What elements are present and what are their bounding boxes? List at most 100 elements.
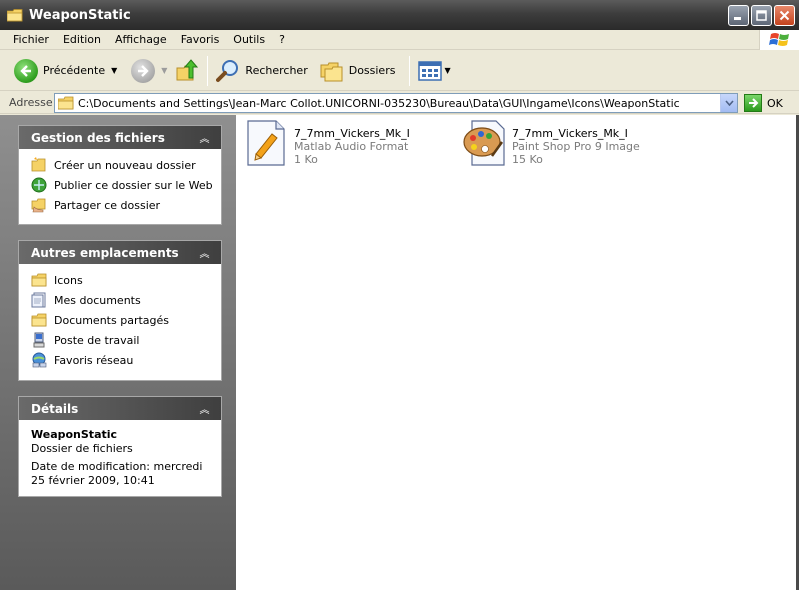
views-button[interactable]: ▼: [414, 55, 454, 87]
collapse-chevron-icon[interactable]: ︽: [196, 400, 213, 417]
folder-icon: [58, 96, 74, 110]
panel-title: Gestion des fichiers: [31, 130, 165, 145]
collapse-chevron-icon[interactable]: ︽: [196, 244, 213, 261]
share-folder-icon: [31, 198, 46, 213]
details-name: WeaponStatic: [31, 428, 118, 441]
place-label: Poste de travail: [54, 333, 140, 347]
details-header[interactable]: Détails ︽: [19, 397, 221, 420]
up-folder-icon: [176, 58, 199, 80]
search-icon: [216, 59, 239, 82]
place-label: Mes documents: [54, 293, 141, 307]
toolbar-separator: [409, 55, 411, 86]
back-label: Précédente: [43, 64, 106, 77]
task-label: Publier ce dossier sur le Web: [54, 178, 213, 192]
minimize-button[interactable]: [728, 5, 749, 26]
file-item[interactable]: 7_7mm_Vickers_Mk_I Matlab Audio Format 1…: [244, 120, 410, 166]
details-panel: Détails ︽ WeaponStatic Dossier de fichie…: [18, 396, 222, 497]
toolbar: Précédente ▼ ▼ Rechercher Dossiers ▼: [0, 51, 799, 91]
address-input[interactable]: C:\Documents and Settings\Jean-Marc Coll…: [54, 93, 738, 113]
place-label: Favoris réseau: [54, 353, 134, 367]
file-list[interactable]: 7_7mm_Vickers_Mk_I Matlab Audio Format 1…: [236, 115, 799, 590]
address-label: Adresse: [9, 96, 53, 109]
psp-image-file-icon: [463, 120, 505, 166]
views-icon: [418, 60, 443, 81]
menu-favoris[interactable]: Favoris: [174, 31, 227, 49]
title-bar[interactable]: WeaponStatic: [0, 0, 799, 30]
file-item[interactable]: 7_7mm_Vickers_Mk_I Paint Shop Pro 9 Imag…: [462, 120, 640, 166]
folders-icon: [320, 62, 343, 81]
close-icon: [779, 10, 790, 21]
file-type: Matlab Audio Format: [294, 140, 409, 153]
menu-outils[interactable]: Outils: [226, 31, 272, 49]
place-label: Documents partagés: [54, 313, 169, 327]
network-places-icon: [32, 352, 47, 368]
place-my-documents[interactable]: Mes documents: [31, 290, 221, 310]
my-computer-icon: [33, 332, 45, 348]
task-pane: Gestion des fichiers ︽ Créer un nouveau …: [0, 115, 236, 590]
task-share-folder[interactable]: Partager ce dossier: [31, 195, 221, 215]
forward-arrow-icon: [131, 58, 156, 83]
close-button[interactable]: [774, 5, 795, 26]
forward-button[interactable]: ▼: [127, 55, 171, 87]
my-documents-icon: [31, 292, 46, 308]
place-my-computer[interactable]: Poste de travail: [31, 330, 221, 350]
place-network[interactable]: Favoris réseau: [31, 350, 221, 370]
collapse-chevron-icon[interactable]: ︽: [196, 129, 213, 146]
views-dropdown-icon[interactable]: ▼: [444, 66, 450, 75]
details-modified: Date de modification: mercredi 25 févrie…: [31, 460, 203, 487]
menu-help[interactable]: ?: [272, 31, 292, 49]
file-size: 1 Ko: [294, 153, 318, 166]
task-label: Partager ce dossier: [54, 198, 161, 212]
menu-edition[interactable]: Edition: [56, 31, 108, 49]
shared-documents-icon: [31, 313, 47, 327]
file-tasks-panel: Gestion des fichiers ︽ Créer un nouveau …: [18, 125, 222, 225]
place-icons[interactable]: Icons: [31, 270, 221, 290]
place-shared-documents[interactable]: Documents partagés: [31, 310, 221, 330]
go-label: OK: [767, 96, 783, 110]
address-bar: Adresse C:\Documents and Settings\Jean-M…: [0, 92, 799, 114]
maximize-button[interactable]: [751, 5, 772, 26]
web-publish-icon: [31, 177, 47, 193]
folders-label: Dossiers: [348, 64, 396, 77]
window-title: WeaponStatic: [29, 7, 131, 23]
up-folder-button[interactable]: [171, 55, 203, 87]
back-arrow-icon: [14, 58, 38, 83]
menu-bar: Fichier Edition Affichage Favoris Outils…: [0, 30, 799, 50]
go-button[interactable]: OK: [744, 94, 783, 112]
matlab-audio-file-icon: [247, 120, 285, 166]
search-label: Rechercher: [245, 64, 308, 77]
file-name: 7_7mm_Vickers_Mk_I: [294, 127, 410, 140]
chevron-down-icon: [724, 100, 734, 106]
windows-flag-icon: [768, 33, 789, 46]
address-dropdown-button[interactable]: [720, 94, 737, 112]
back-dropdown-icon[interactable]: ▼: [111, 66, 117, 75]
task-label: Créer un nouveau dossier: [54, 158, 196, 172]
other-places-panel: Autres emplacements ︽ Icons Mes document…: [18, 240, 222, 381]
search-button[interactable]: Rechercher: [212, 55, 311, 87]
other-places-header[interactable]: Autres emplacements ︽: [19, 241, 221, 264]
go-arrow-icon: [744, 94, 762, 112]
details-type: Dossier de fichiers: [31, 442, 133, 455]
task-publish-web[interactable]: Publier ce dossier sur le Web: [31, 175, 221, 195]
task-new-folder[interactable]: Créer un nouveau dossier: [31, 155, 221, 175]
panel-title: Détails: [31, 401, 79, 416]
new-folder-icon: [31, 157, 46, 172]
windows-logo: [759, 30, 799, 50]
folder-icon: [31, 273, 47, 287]
menu-fichier[interactable]: Fichier: [0, 31, 56, 49]
place-label: Icons: [54, 273, 83, 287]
forward-dropdown-icon[interactable]: ▼: [161, 66, 167, 75]
file-size: 15 Ko: [512, 153, 543, 166]
file-tasks-header[interactable]: Gestion des fichiers ︽: [19, 126, 221, 149]
panel-title: Autres emplacements: [31, 245, 179, 260]
toolbar-separator: [207, 55, 209, 86]
folders-button[interactable]: Dossiers: [316, 55, 400, 87]
back-button[interactable]: Précédente ▼: [10, 55, 121, 87]
maximize-icon: [756, 10, 767, 21]
minimize-icon: [734, 17, 741, 20]
folder-icon: [7, 8, 23, 21]
address-path: C:\Documents and Settings\Jean-Marc Coll…: [78, 96, 680, 110]
menu-affichage[interactable]: Affichage: [108, 31, 174, 49]
file-type: Paint Shop Pro 9 Image: [512, 140, 640, 153]
file-name: 7_7mm_Vickers_Mk_I: [512, 127, 628, 140]
